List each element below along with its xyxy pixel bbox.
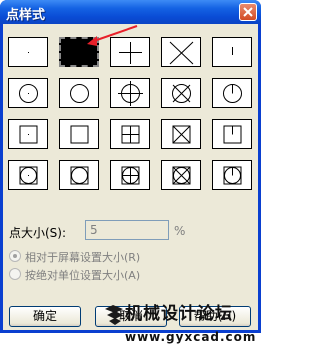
radio-label: 相对于屏幕设置大小(R) xyxy=(25,251,141,264)
ok-button[interactable]: 确定 xyxy=(9,306,81,327)
point-style-square-circle-tick[interactable] xyxy=(212,160,252,190)
point-style-circle-tick[interactable] xyxy=(212,78,252,108)
watermark-url: www.gyxcad.com xyxy=(125,330,257,344)
radio-absolute-units[interactable]: 按绝对单位设置大小(A) xyxy=(9,266,249,282)
close-icon xyxy=(243,7,253,17)
radio-relative-to-screen[interactable]: 相对于屏幕设置大小(R) xyxy=(9,248,249,264)
point-style-circle-x[interactable] xyxy=(161,78,201,108)
point-style-dot[interactable] xyxy=(8,37,48,67)
point-size-label: 点大小(S): xyxy=(9,226,67,240)
radio-indicator xyxy=(9,250,21,262)
watermark-title: 机械设计论坛 xyxy=(125,304,233,324)
point-style-square-circle-dot[interactable] xyxy=(8,160,48,190)
point-style-square-dot[interactable] xyxy=(8,119,48,149)
point-style-square-tick[interactable] xyxy=(212,119,252,149)
point-style-circle[interactable] xyxy=(59,78,99,108)
point-style-x[interactable] xyxy=(161,37,201,67)
close-button[interactable] xyxy=(239,3,257,21)
site-watermark: 机械设计论坛 www.gyxcad.com xyxy=(103,299,263,355)
point-style-square-x[interactable] xyxy=(161,119,201,149)
point-size-input[interactable] xyxy=(85,220,169,240)
point-style-dialog: 点样式 点大小(S): 5 % 相对于屏幕设置大小(R) 按绝对单位设置大小(A… xyxy=(0,0,261,344)
point-style-square-circle-x[interactable] xyxy=(161,160,201,190)
red-arrow-annotation xyxy=(87,25,138,46)
point-style-square-plus[interactable] xyxy=(110,119,150,149)
title-bar[interactable]: 点样式 xyxy=(0,0,261,24)
radio-label: 按绝对单位设置大小(A) xyxy=(25,269,141,282)
point-style-circle-plus[interactable] xyxy=(110,78,150,108)
radio-indicator xyxy=(9,268,21,280)
window-title: 点样式 xyxy=(6,8,46,23)
point-style-square-circle-plus[interactable] xyxy=(110,160,150,190)
point-style-grid xyxy=(8,31,254,194)
point-style-tick[interactable] xyxy=(212,37,252,67)
dialog-body: 点大小(S): % 相对于屏幕设置大小(R) 按绝对单位设置大小(A) 确定 取… xyxy=(3,24,258,344)
watermark-logo-icon xyxy=(105,305,123,325)
point-style-square[interactable] xyxy=(59,119,99,149)
point-style-circle-dot[interactable] xyxy=(8,78,48,108)
point-style-square-circle[interactable] xyxy=(59,160,99,190)
point-size-unit: % xyxy=(174,224,186,238)
